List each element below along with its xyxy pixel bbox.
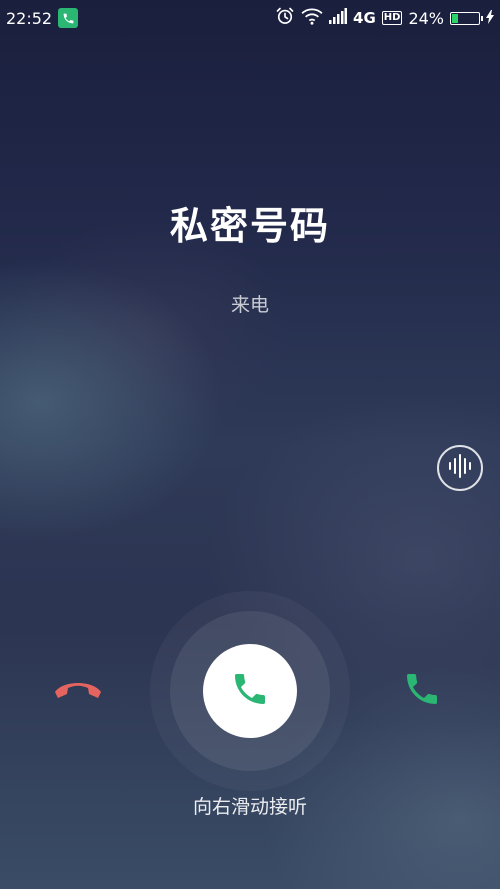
decline-button[interactable] [50,668,106,714]
network-type: 4G [353,9,376,27]
hang-up-icon [53,678,103,704]
voice-waveform-icon [447,453,473,483]
hd-badge: HD [381,11,403,25]
status-bar-right: 4G HD 24% [275,6,494,30]
battery-icon [450,11,483,25]
alarm-icon [275,6,295,30]
status-bar: 22:52 4G HD 24% [0,0,500,36]
phone-notification-icon [58,8,79,28]
phone-icon [402,669,442,713]
accept-button[interactable] [396,668,448,714]
wifi-icon [301,7,323,29]
swipe-hint: 向右滑动接听 [192,796,307,818]
voice-button[interactable] [437,445,483,491]
call-status: 来电 [230,294,269,316]
signal-icon [329,8,348,28]
phone-icon [230,669,270,713]
status-time: 22:52 [6,8,53,28]
answer-slider-handle[interactable] [203,644,297,738]
caller-name: 私密号码 [169,204,330,248]
battery-level [452,13,458,23]
status-bar-left: 22:52 [6,8,79,28]
battery-percent: 24% [408,8,444,28]
charging-icon [486,9,494,28]
